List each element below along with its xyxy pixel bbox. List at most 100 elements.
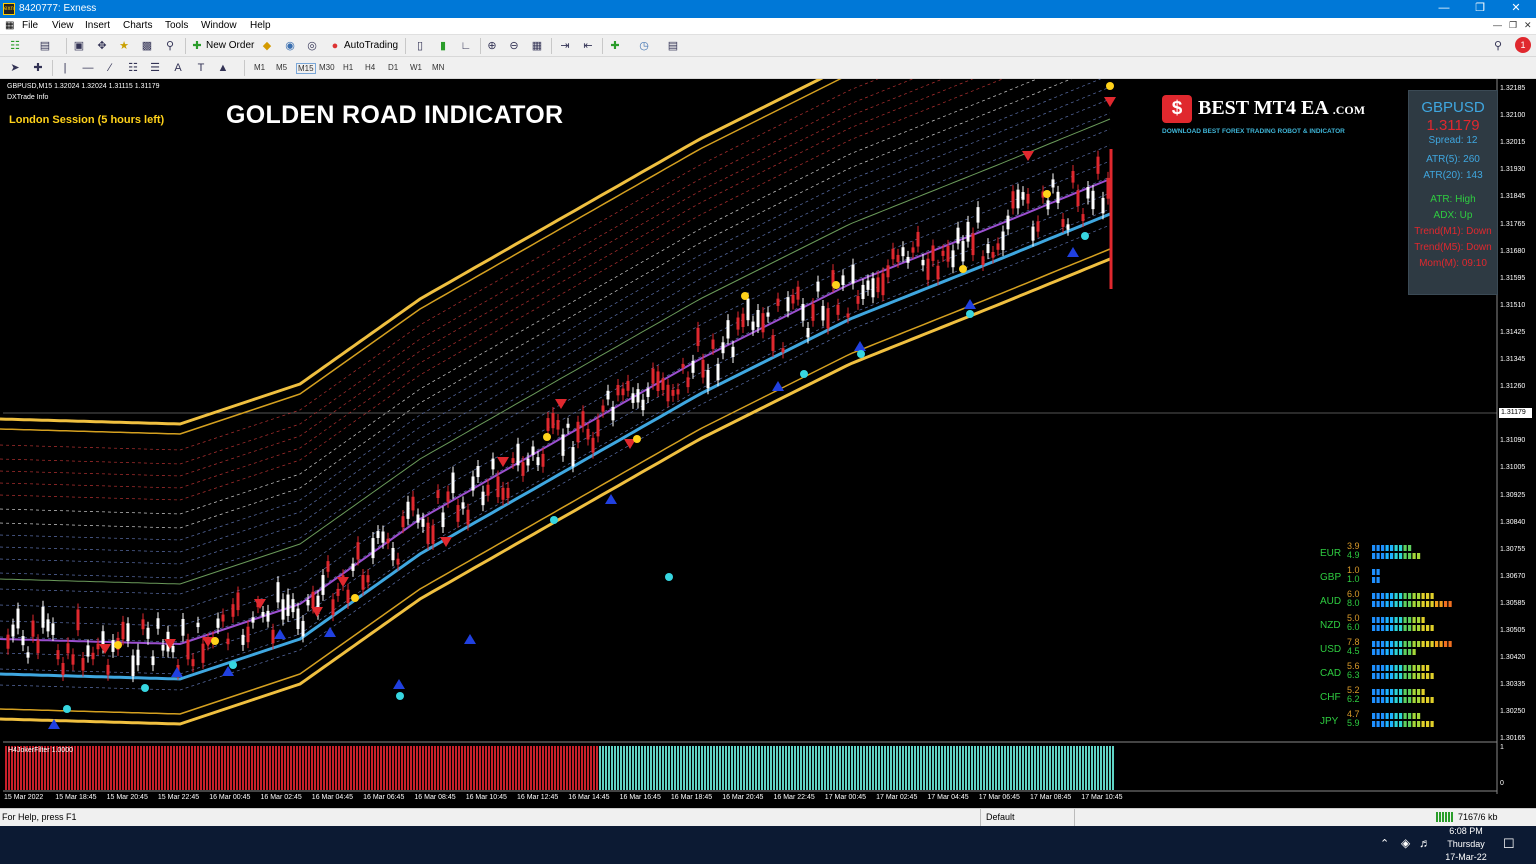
strength-currency: JPY (1320, 716, 1339, 727)
timeframe-w1[interactable]: W1 (410, 63, 422, 72)
timeframe-m5[interactable]: M5 (276, 63, 287, 72)
menu-icon[interactable]: ▦ (5, 20, 14, 31)
signal-dot-yellow (211, 637, 219, 645)
candle-body (71, 654, 75, 665)
strength-segment (1421, 697, 1425, 703)
info-atr5: ATR(5): 260 (1426, 154, 1480, 165)
menu-tools[interactable]: Tools (165, 20, 188, 31)
mdi-restore-icon[interactable]: ❐ (1509, 20, 1517, 31)
filter-bar (539, 746, 541, 790)
clock-day[interactable]: Thursday (1441, 839, 1491, 849)
menu-help[interactable]: Help (250, 20, 271, 31)
text-label-icon[interactable]: T (194, 61, 208, 75)
timeframe-h4[interactable]: H4 (365, 63, 375, 72)
menu-file[interactable]: File (22, 20, 38, 31)
autotrading-icon[interactable]: ● (328, 39, 342, 53)
menu-view[interactable]: View (52, 20, 74, 31)
candle-body (381, 531, 385, 543)
candle-body (651, 368, 655, 384)
menu-window[interactable]: Window (201, 20, 237, 31)
chart-window[interactable] (0, 0, 1536, 806)
fibonacci-icon[interactable]: ☰ (148, 61, 162, 75)
strength-segment (1381, 601, 1385, 607)
menu-charts[interactable]: Charts (123, 20, 152, 31)
maximize-button[interactable]: ❐ (1462, 0, 1498, 18)
autotrading-button[interactable]: AutoTrading (344, 40, 398, 51)
zoom-out-icon[interactable]: ⊖ (507, 39, 521, 53)
auto-scroll-icon[interactable]: ⇤ (581, 39, 595, 53)
tile-windows-icon[interactable]: ▦ (530, 39, 544, 53)
timeframe-d1[interactable]: D1 (388, 63, 398, 72)
menu-insert[interactable]: Insert (85, 20, 110, 31)
metaeditor-icon[interactable]: ◆ (260, 39, 274, 53)
strategy-tester-icon[interactable]: ⚲ (163, 39, 177, 53)
price-chart[interactable] (0, 0, 1536, 806)
cursor-icon[interactable]: ➤ (8, 61, 22, 75)
trendline-icon[interactable]: ∕ (103, 61, 117, 75)
strength-segment (1385, 617, 1389, 623)
vertical-line-icon[interactable]: | (58, 61, 72, 75)
channel-icon[interactable]: ☷ (126, 61, 140, 75)
candle-body (1076, 190, 1080, 207)
horizontal-line-icon[interactable]: — (81, 61, 95, 75)
periods-icon[interactable]: ◷ (637, 39, 651, 53)
strength-segment (1408, 553, 1412, 559)
candle-body (291, 599, 295, 613)
candlestick-icon[interactable]: ▮ (436, 39, 450, 53)
action-center-icon[interactable]: ☐ (1503, 836, 1515, 852)
strength-segment (1385, 601, 1389, 607)
clock-date[interactable]: 17-Mar-22 (1441, 852, 1491, 862)
crosshair-icon[interactable]: ✚ (31, 61, 45, 75)
timeframe-h1[interactable]: H1 (343, 63, 353, 72)
volume-icon[interactable]: ♬ (1419, 836, 1431, 850)
new-order-button[interactable]: New Order (206, 40, 254, 51)
timeframe-m1[interactable]: M1 (254, 63, 265, 72)
strength-segment (1399, 673, 1403, 679)
filter-bar (830, 746, 832, 790)
show-hidden-icons-icon[interactable]: ⌃ (1380, 837, 1389, 850)
timeframe-m15[interactable]: M15 (296, 63, 316, 74)
filter-bar (872, 746, 874, 790)
mdi-close-icon[interactable]: ✕ (1524, 20, 1532, 31)
bar-chart-icon[interactable]: ▯ (413, 39, 427, 53)
filter-bar (752, 746, 754, 790)
price-tick: 1.31260 (1500, 383, 1526, 391)
search-icon[interactable]: ⚲ (1491, 39, 1505, 53)
close-button[interactable]: ✕ (1498, 0, 1534, 18)
data-window-icon[interactable]: ✥ (95, 39, 109, 53)
strength-segment (1394, 593, 1398, 599)
market-icon[interactable]: ◉ (283, 39, 297, 53)
templates-icon[interactable]: ▤ (666, 39, 680, 53)
candle-body (591, 437, 595, 453)
market-watch-icon[interactable]: ▣ (72, 39, 86, 53)
candle-body (556, 420, 560, 430)
shapes-icon[interactable]: ▲ (216, 61, 230, 75)
filter-bar (404, 746, 406, 790)
zoom-in-icon[interactable]: ⊕ (485, 39, 499, 53)
strength-segment (1394, 641, 1398, 647)
timeframe-mn[interactable]: MN (432, 63, 444, 72)
line-chart-icon[interactable]: ∟ (459, 39, 473, 53)
price-tick: 1.30670 (1500, 572, 1526, 580)
filter-bar (293, 746, 295, 790)
profiles-icon[interactable]: ▤ (38, 39, 52, 53)
navigator-icon[interactable]: ★ (117, 39, 131, 53)
network-icon[interactable]: ◈ (1401, 836, 1410, 850)
timeframe-m30[interactable]: M30 (319, 63, 335, 72)
new-chart-icon[interactable]: ☷ (8, 39, 22, 53)
text-icon[interactable]: A (171, 61, 185, 75)
terminal-icon[interactable]: ▩ (140, 39, 154, 53)
new-order-icon[interactable]: ✚ (190, 39, 204, 53)
mdi-minimize-icon[interactable]: — (1493, 20, 1502, 30)
minimize-button[interactable]: — (1426, 0, 1462, 18)
candle-body (466, 509, 470, 525)
chart-shift-icon[interactable]: ⇥ (558, 39, 572, 53)
candle-body (811, 304, 815, 321)
strength-segment (1390, 721, 1394, 727)
candle-body (171, 646, 175, 653)
indicators-icon[interactable]: ✚ (608, 39, 622, 53)
signals-icon[interactable]: ◎ (305, 39, 319, 53)
notification-badge[interactable]: 1 (1515, 37, 1531, 53)
time-tick: 17 Mar 06:45 (978, 794, 1020, 801)
clock-time[interactable]: 6:08 PM (1446, 826, 1486, 836)
